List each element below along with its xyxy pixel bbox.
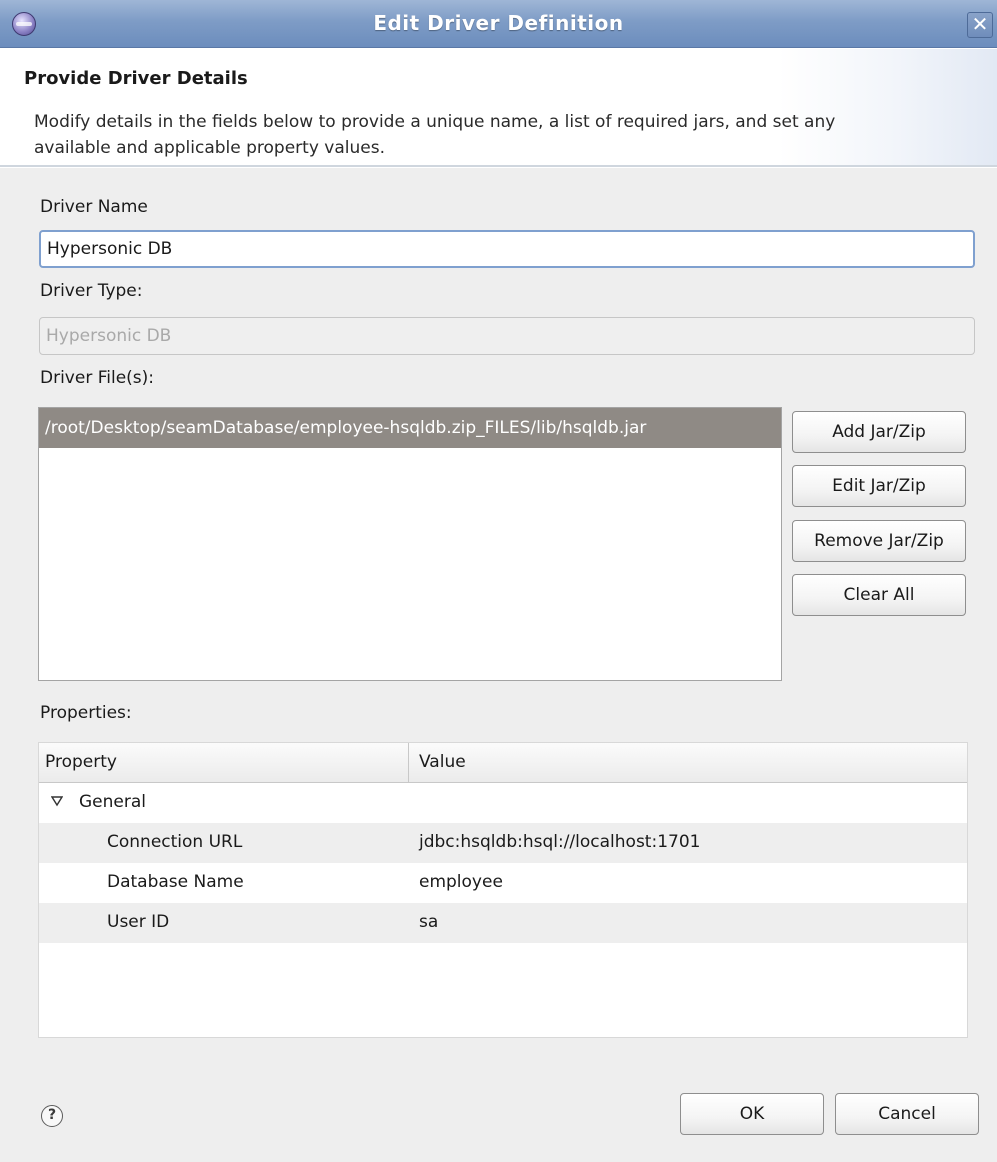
- dialog-header: Provide Driver Details Modify details in…: [0, 49, 997, 167]
- driver-name-label: Driver Name: [40, 197, 148, 217]
- driver-type-label: Driver Type:: [40, 281, 143, 301]
- properties-table-header: Property Value: [39, 743, 967, 783]
- column-header-value[interactable]: Value: [419, 752, 466, 772]
- header-title: Provide Driver Details: [24, 68, 248, 89]
- driver-name-input[interactable]: [39, 230, 975, 268]
- header-description: Modify details in the fields below to pr…: [34, 112, 836, 158]
- property-value[interactable]: sa: [419, 912, 438, 932]
- column-header-property[interactable]: Property: [45, 752, 117, 772]
- table-row[interactable]: Database Name employee: [39, 863, 967, 903]
- window-title: Edit Driver Definition: [373, 11, 624, 35]
- driver-type-field: [39, 317, 975, 355]
- expand-triangle-icon[interactable]: [51, 795, 63, 807]
- title-bar: Edit Driver Definition ✕: [0, 0, 997, 48]
- column-divider[interactable]: [408, 743, 409, 783]
- properties-table[interactable]: Property Value General Connection URL jd…: [38, 742, 968, 1038]
- add-jar-button[interactable]: Add Jar/Zip: [792, 411, 966, 453]
- property-name: User ID: [107, 912, 170, 932]
- table-row[interactable]: User ID sa: [39, 903, 967, 943]
- dialog-content: Driver Name Driver Type: Driver File(s):…: [0, 168, 997, 1162]
- close-icon[interactable]: ✕: [967, 12, 993, 38]
- driver-files-list[interactable]: /root/Desktop/seamDatabase/employee-hsql…: [38, 407, 782, 681]
- cancel-button[interactable]: Cancel: [835, 1093, 979, 1135]
- help-icon[interactable]: ?: [41, 1105, 63, 1127]
- table-row[interactable]: Connection URL jdbc:hsqldb:hsql://localh…: [39, 823, 967, 863]
- properties-label: Properties:: [40, 703, 132, 723]
- driver-files-label: Driver File(s):: [40, 368, 155, 388]
- edit-jar-button[interactable]: Edit Jar/Zip: [792, 465, 966, 507]
- remove-jar-button[interactable]: Remove Jar/Zip: [792, 520, 966, 562]
- clear-all-button[interactable]: Clear All: [792, 574, 966, 616]
- list-item[interactable]: /root/Desktop/seamDatabase/employee-hsql…: [39, 408, 781, 448]
- property-value[interactable]: jdbc:hsqldb:hsql://localhost:1701: [419, 832, 700, 852]
- ok-button[interactable]: OK: [680, 1093, 824, 1135]
- table-row-group[interactable]: General: [39, 783, 967, 823]
- property-value[interactable]: employee: [419, 872, 503, 892]
- property-name: Connection URL: [107, 832, 243, 852]
- group-label: General: [79, 792, 146, 812]
- property-name: Database Name: [107, 872, 244, 892]
